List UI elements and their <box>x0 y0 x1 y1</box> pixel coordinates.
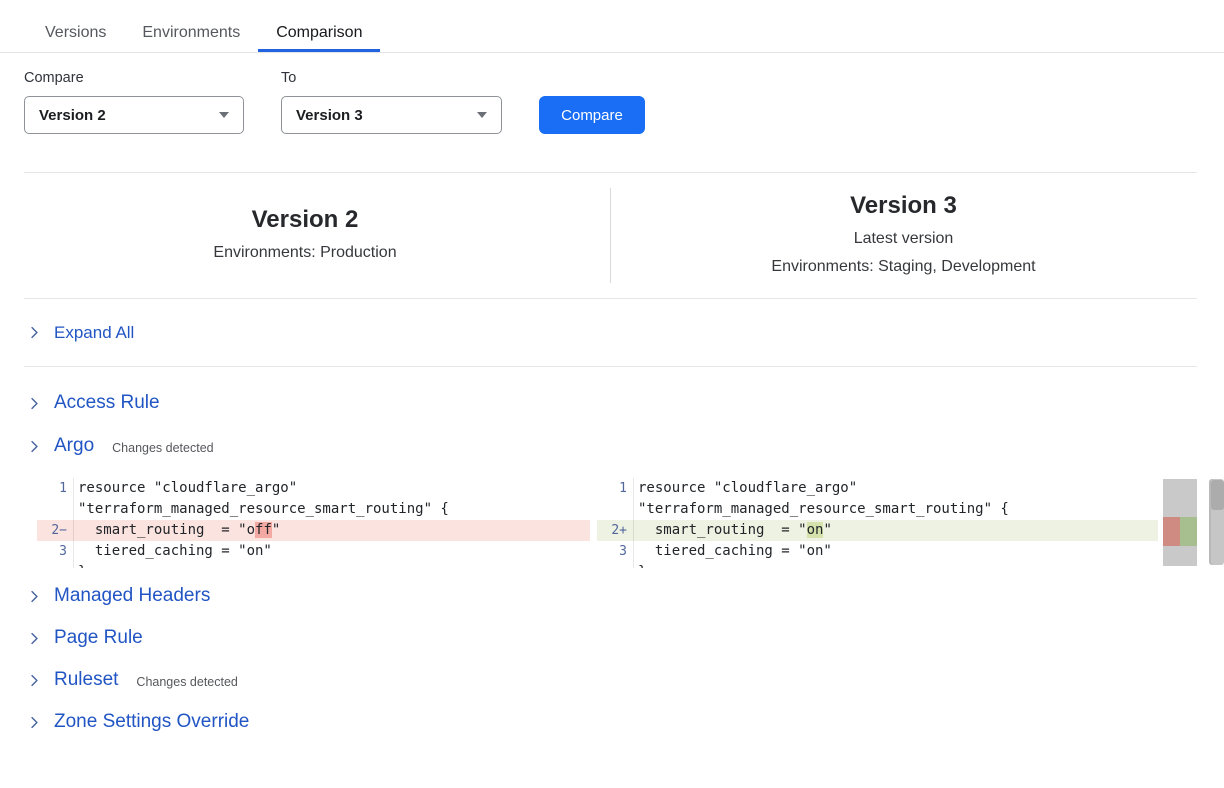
code-text: "terraform_managed_resource_smart_routin… <box>634 499 1009 520</box>
line-number: 2− <box>37 520 74 541</box>
diff-panel-left: 1resource "cloudflare_argo""terraform_ma… <box>37 478 590 568</box>
line-number <box>597 499 634 520</box>
diff-view-argo: 1resource "cloudflare_argo""terraform_ma… <box>0 478 1224 568</box>
line-number <box>37 499 74 520</box>
code-line: "terraform_managed_resource_smart_routin… <box>37 499 590 520</box>
left-version-title: Version 2 <box>252 205 359 235</box>
line-number: 3 <box>597 541 634 562</box>
section-argo[interactable]: Argo Changes detected <box>0 435 1224 457</box>
code-line: } <box>597 562 1158 568</box>
tab-comparison[interactable]: Comparison <box>258 14 380 52</box>
changes-detected-badge: Changes detected <box>136 672 237 689</box>
version-header-left: Version 2 Environments: Production <box>0 173 610 298</box>
code-line: 2− smart_routing = "off" <box>37 520 590 541</box>
section-ruleset[interactable]: Ruleset Changes detected <box>0 669 1224 691</box>
section-zone-settings-override[interactable]: Zone Settings Override <box>0 711 1224 733</box>
compare-from-value: Version 2 <box>39 107 106 124</box>
code-line: 3 tiered_caching = "on" <box>37 541 590 562</box>
chevron-down-icon <box>219 112 229 118</box>
chevron-right-icon <box>28 326 41 339</box>
code-text: tiered_caching = "on" <box>74 541 272 562</box>
right-version-environments: Environments: Staging, Development <box>771 253 1035 281</box>
code-text: smart_routing = "off" <box>74 520 280 541</box>
vertical-divider <box>610 188 611 283</box>
removed-marker <box>1163 517 1180 546</box>
code-text: resource "cloudflare_argo" <box>634 478 857 499</box>
version-header: Version 2 Environments: Production Versi… <box>0 173 1224 298</box>
chevron-right-icon <box>28 716 41 729</box>
line-number <box>597 562 634 568</box>
chevron-right-icon <box>28 674 41 687</box>
code-line: 3 tiered_caching = "on" <box>597 541 1158 562</box>
chevron-right-icon <box>28 440 41 453</box>
tab-environments[interactable]: Environments <box>124 14 258 52</box>
right-version-latest-label: Latest version <box>854 225 954 253</box>
section-managed-headers[interactable]: Managed Headers <box>0 585 1224 607</box>
divider <box>24 366 1197 367</box>
code-line: 1resource "cloudflare_argo" <box>37 478 590 499</box>
compare-to-value: Version 3 <box>296 107 363 124</box>
code-text: } <box>634 562 646 568</box>
section-label: Access Rule <box>54 392 160 414</box>
line-number: 2+ <box>597 520 634 541</box>
tab-versions[interactable]: Versions <box>27 14 124 52</box>
code-line: } <box>37 562 590 568</box>
section-label: Zone Settings Override <box>54 711 249 733</box>
compare-from-select[interactable]: Version 2 <box>24 96 244 134</box>
expand-all-label: Expand All <box>54 323 134 343</box>
code-text: resource "cloudflare_argo" <box>74 478 297 499</box>
code-text: } <box>74 562 86 568</box>
section-label: Managed Headers <box>54 585 210 607</box>
section-access-rule[interactable]: Access Rule <box>0 392 1224 414</box>
left-version-environments: Environments: Production <box>213 239 396 267</box>
chevron-right-icon <box>28 397 41 410</box>
expand-all-button[interactable]: Expand All <box>0 299 1224 366</box>
added-marker <box>1180 517 1197 546</box>
section-page-rule[interactable]: Page Rule <box>0 627 1224 649</box>
line-number: 3 <box>37 541 74 562</box>
diff-panel-right: 1resource "cloudflare_argo""terraform_ma… <box>597 478 1158 568</box>
right-version-title: Version 3 <box>850 191 957 221</box>
scrollbar-thumb[interactable] <box>1211 480 1224 510</box>
right-panel-scrollbar[interactable] <box>1211 479 1224 565</box>
code-line: 1resource "cloudflare_argo" <box>597 478 1158 499</box>
compare-to-select[interactable]: Version 3 <box>281 96 502 134</box>
section-label: Page Rule <box>54 627 143 649</box>
line-number: 1 <box>597 478 634 499</box>
chevron-right-icon <box>28 632 41 645</box>
code-text: tiered_caching = "on" <box>634 541 832 562</box>
version-header-right: Version 3 Latest version Environments: S… <box>610 173 1197 298</box>
section-label: Argo <box>54 435 94 457</box>
chevron-down-icon <box>477 112 487 118</box>
diff-overview-ruler <box>1163 479 1197 566</box>
compare-button[interactable]: Compare <box>539 96 645 134</box>
compare-label: Compare <box>24 70 84 86</box>
line-number: 1 <box>37 478 74 499</box>
line-number <box>37 562 74 568</box>
code-line: "terraform_managed_resource_smart_routin… <box>597 499 1158 520</box>
changes-detected-badge: Changes detected <box>112 438 213 455</box>
code-line: 2+ smart_routing = "on" <box>597 520 1158 541</box>
code-text: smart_routing = "on" <box>634 520 832 541</box>
compare-controls: Compare To Version 2 Version 3 Compare <box>0 53 1224 172</box>
tab-bar: Versions Environments Comparison <box>0 0 1224 53</box>
to-label: To <box>281 70 296 86</box>
section-label: Ruleset <box>54 669 118 691</box>
chevron-right-icon <box>28 590 41 603</box>
code-text: "terraform_managed_resource_smart_routin… <box>74 499 449 520</box>
comparison-page: Versions Environments Comparison Compare… <box>0 0 1224 788</box>
